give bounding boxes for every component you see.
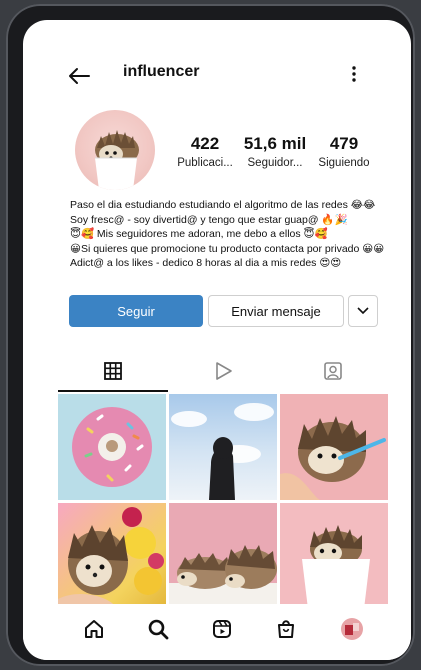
play-icon — [216, 362, 232, 380]
profile-avatar-icon[interactable] — [339, 616, 365, 642]
back-arrow-icon[interactable] — [67, 66, 91, 86]
home-icon[interactable] — [81, 616, 107, 642]
reels-icon[interactable] — [209, 616, 235, 642]
tab-reels[interactable] — [168, 352, 278, 390]
avatar[interactable] — [75, 110, 155, 190]
tagged-person-icon — [324, 362, 342, 380]
post-thumbnail[interactable] — [280, 503, 388, 609]
shop-bag-icon[interactable] — [273, 616, 299, 642]
pug-clouds-image — [171, 403, 274, 500]
post-thumbnail[interactable] — [58, 503, 166, 609]
stat-value: 51,6 mil — [243, 134, 307, 153]
search-icon[interactable] — [145, 616, 171, 642]
follow-button[interactable]: Seguir — [69, 295, 203, 327]
stat-followers[interactable]: 51,6 mil Seguidor... — [239, 134, 311, 169]
post-thumbnail[interactable] — [169, 394, 277, 500]
stat-label: Seguidor... — [247, 157, 303, 169]
donut-image — [72, 407, 152, 487]
bio-line: Adict@ a los likes - dedico 8 horas al d… — [70, 257, 342, 269]
hedgehog-cup-image — [302, 525, 370, 609]
hedgehog-flowers-image — [58, 507, 164, 609]
profile-stats: 422 Publicaci... 51,6 mil Seguidor... 47… — [173, 134, 383, 174]
hedgehog-in-cup-image — [95, 130, 139, 190]
profile-username: influencer — [123, 63, 200, 80]
stat-label: Publicaci... — [177, 157, 233, 169]
bio-line: Soy fresc@ - soy divertid@ y tengo que e… — [70, 213, 348, 226]
more-options-icon[interactable] — [349, 62, 359, 86]
post-thumbnail[interactable] — [169, 503, 277, 609]
bio-line: 😇🥰 Mis seguidores me adoran, me debo a e… — [70, 228, 328, 240]
bottom-nav — [23, 604, 411, 660]
stat-value: 422 — [190, 134, 220, 153]
send-message-button[interactable]: Enviar mensaje — [208, 295, 344, 327]
bio-line: 😀Si quieres que promocione tu producto c… — [70, 242, 385, 255]
chevron-down-icon — [357, 307, 369, 315]
tab-tagged[interactable] — [278, 352, 388, 390]
post-thumbnail[interactable] — [58, 394, 166, 500]
hedgehog-straw-image — [280, 416, 386, 500]
phone-frame: influencer 422 Publicaci... 51,6 mil Seg… — [6, 4, 415, 666]
bio-line: Paso el dia estudiando estudiando el alg… — [70, 199, 376, 211]
two-hedgehogs-image — [169, 545, 277, 609]
profile-tabs — [58, 352, 388, 392]
tab-posts-grid[interactable] — [58, 352, 168, 392]
stat-following[interactable]: 479 Siguiendo — [313, 134, 375, 169]
stat-value: 479 — [329, 134, 359, 153]
top-bar: influencer — [23, 60, 411, 90]
stat-label: Siguiendo — [318, 157, 370, 169]
post-thumbnail[interactable] — [280, 394, 388, 500]
profile-bio: Paso el dia estudiando estudiando el alg… — [70, 198, 410, 271]
posts-grid — [58, 394, 389, 610]
grid-icon — [104, 362, 122, 380]
stat-posts[interactable]: 422 Publicaci... — [173, 134, 237, 169]
suggestions-dropdown-button[interactable] — [348, 295, 378, 327]
profile-screen: influencer 422 Publicaci... 51,6 mil Seg… — [23, 20, 411, 660]
